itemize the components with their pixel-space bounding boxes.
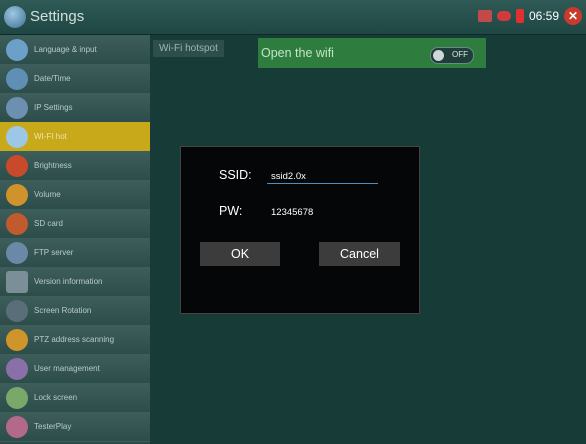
- brightness-icon: [6, 154, 28, 177]
- title-bar: Settings 06:59 ✕: [0, 0, 586, 35]
- sidebar-item-version-information[interactable]: Version information: [0, 267, 150, 297]
- sidebar-item-language[interactable]: Language & input: [0, 35, 150, 65]
- sidebar-item-user-management[interactable]: User management: [0, 354, 150, 384]
- sidebar-item-label: Volume: [34, 190, 61, 199]
- app-title: Settings: [30, 8, 85, 25]
- pw-value[interactable]: 12345678: [271, 207, 313, 218]
- wifi-label: Open the wifi: [261, 46, 334, 60]
- sidebar-item-ftp-server[interactable]: FTP server: [0, 238, 150, 268]
- volume-icon: [6, 183, 28, 206]
- language-icon: [6, 38, 28, 61]
- hotspot-dialog: SSID: ssid2.0x PW: 12345678 OK Cancel: [180, 146, 420, 314]
- sidebar-item-label: Screen Rotation: [34, 306, 92, 315]
- sidebar-item-volume[interactable]: Volume: [0, 180, 150, 210]
- wifi-toggle-row[interactable]: Open the wifi OFF: [258, 38, 486, 68]
- sidebar-item-label: FTP server: [34, 248, 74, 257]
- sidebar-item-ptz-scanning[interactable]: PTZ address scanning: [0, 325, 150, 355]
- clock: 06:59: [528, 9, 559, 23]
- rotation-icon: [6, 299, 28, 322]
- section-label: Wi-Fi hotspot: [153, 40, 224, 57]
- sidebar-item-label: Lock screen: [34, 393, 78, 402]
- play-icon: [6, 415, 28, 438]
- sidebar-item-brightness[interactable]: Brightness: [0, 151, 150, 181]
- sidebar-item-ip-settings[interactable]: IP Settings: [0, 93, 150, 123]
- user-icon: [6, 357, 28, 380]
- close-icon[interactable]: ✕: [564, 7, 582, 25]
- cancel-button[interactable]: Cancel: [319, 242, 400, 266]
- sidebar-item-label: TesterPlay: [34, 422, 72, 431]
- globe-icon: [6, 96, 28, 119]
- sidebar-item-label: Brightness: [34, 161, 72, 170]
- storage-icon: [477, 10, 492, 22]
- pw-label: PW:: [219, 204, 243, 218]
- battery-icon: [515, 9, 524, 23]
- sidebar-item-wifi-hotspot[interactable]: WI-FI hot: [0, 122, 150, 152]
- settings-sidebar: Language & input Date/Time IP Settings W…: [0, 35, 150, 444]
- monitor-icon: [6, 270, 28, 293]
- settings-app-icon: [4, 6, 26, 28]
- wifi-icon: [6, 125, 28, 148]
- sidebar-item-label: Language & input: [34, 45, 97, 54]
- sidebar-item-screen-rotation[interactable]: Screen Rotation: [0, 296, 150, 326]
- ssid-input-underline: [267, 183, 378, 184]
- ptz-scan-icon: [6, 328, 28, 351]
- calendar-icon: [6, 67, 28, 90]
- sd-card-icon: [6, 212, 28, 235]
- sidebar-item-label: User management: [34, 364, 100, 373]
- ok-button[interactable]: OK: [200, 242, 280, 266]
- lock-icon: [6, 386, 28, 409]
- wifi-toggle-switch[interactable]: OFF: [430, 47, 474, 64]
- sidebar-item-label: PTZ address scanning: [34, 335, 115, 344]
- sidebar-item-testerplay[interactable]: TesterPlay: [0, 412, 150, 442]
- status-bar: 06:59 ✕: [477, 7, 582, 25]
- sidebar-item-label: Date/Time: [34, 74, 71, 83]
- ssid-input[interactable]: ssid2.0x: [271, 171, 306, 182]
- sidebar-item-datetime[interactable]: Date/Time: [0, 64, 150, 94]
- sidebar-item-label: Version information: [34, 277, 103, 286]
- network-icon: [496, 11, 511, 21]
- ssid-label: SSID:: [219, 168, 252, 182]
- sidebar-item-sd-card[interactable]: SD card: [0, 209, 150, 239]
- sidebar-item-label: WI-FI hot: [34, 132, 67, 141]
- sidebar-item-label: SD card: [34, 219, 63, 228]
- toggle-knob: [433, 50, 444, 61]
- toggle-state-label: OFF: [452, 50, 468, 59]
- sidebar-item-label: IP Settings: [34, 103, 73, 112]
- ftp-icon: [6, 241, 28, 264]
- sidebar-item-lock-screen[interactable]: Lock screen: [0, 383, 150, 413]
